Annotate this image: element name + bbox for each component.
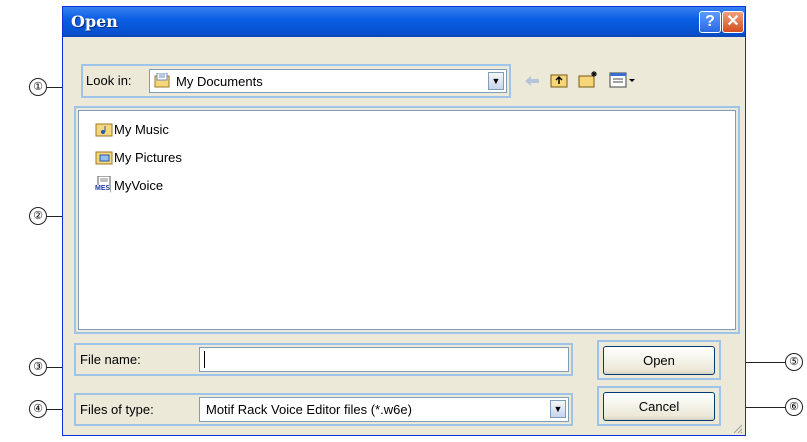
open-button[interactable]: Open [603,346,715,375]
text-cursor [204,351,205,368]
pictures-folder-icon [95,149,113,165]
look-in-value: My Documents [176,74,263,89]
file-name: MyVoice [114,177,164,193]
views-menu-icon[interactable] [609,71,639,89]
my-documents-icon [154,72,170,88]
dialog-title: Open [71,12,118,31]
up-folder-icon[interactable] [549,71,569,89]
file-badge: MES [95,185,111,193]
new-folder-icon[interactable] [577,70,599,89]
back-icon[interactable] [523,73,541,89]
file-name: My Music [114,121,169,137]
files-of-type-dropdown[interactable]: Motif Rack Voice Editor files (*.w6e) ▼ [199,397,569,422]
callout-2: ② [29,207,47,225]
open-dialog: Open ? ✕ Look in: My Documents ▼ My Musi… [62,6,746,436]
file-name-input[interactable] [199,347,569,372]
callout-3: ③ [29,358,47,376]
chevron-down-icon[interactable]: ▼ [550,400,566,418]
help-button[interactable]: ? [699,11,721,33]
look-in-dropdown[interactable]: My Documents ▼ [149,69,507,93]
resize-grip-icon[interactable] [731,421,743,434]
files-of-type-label: Files of type: [80,402,154,417]
music-folder-icon [95,121,113,137]
callout-4: ④ [29,400,47,418]
title-bar[interactable]: Open ? ✕ [63,7,745,37]
chevron-down-icon[interactable]: ▼ [488,72,504,90]
list-item[interactable]: MES MyVoice [95,175,163,195]
callout-1: ① [29,78,47,96]
close-button[interactable]: ✕ [722,11,744,33]
list-item[interactable]: My Pictures [95,147,182,167]
callout-6: ⑥ [785,398,803,416]
look-in-label: Look in: [86,73,132,88]
file-name-label: File name: [80,352,141,367]
mes-file-icon: MES [95,175,113,194]
cancel-button[interactable]: Cancel [603,392,715,421]
list-item[interactable]: My Music [95,119,169,139]
files-of-type-value: Motif Rack Voice Editor files (*.w6e) [206,402,412,417]
file-name: My Pictures [114,149,182,165]
file-list[interactable]: My Music My Pictures MES MyVoice [78,110,736,330]
callout-5: ⑤ [785,353,803,371]
